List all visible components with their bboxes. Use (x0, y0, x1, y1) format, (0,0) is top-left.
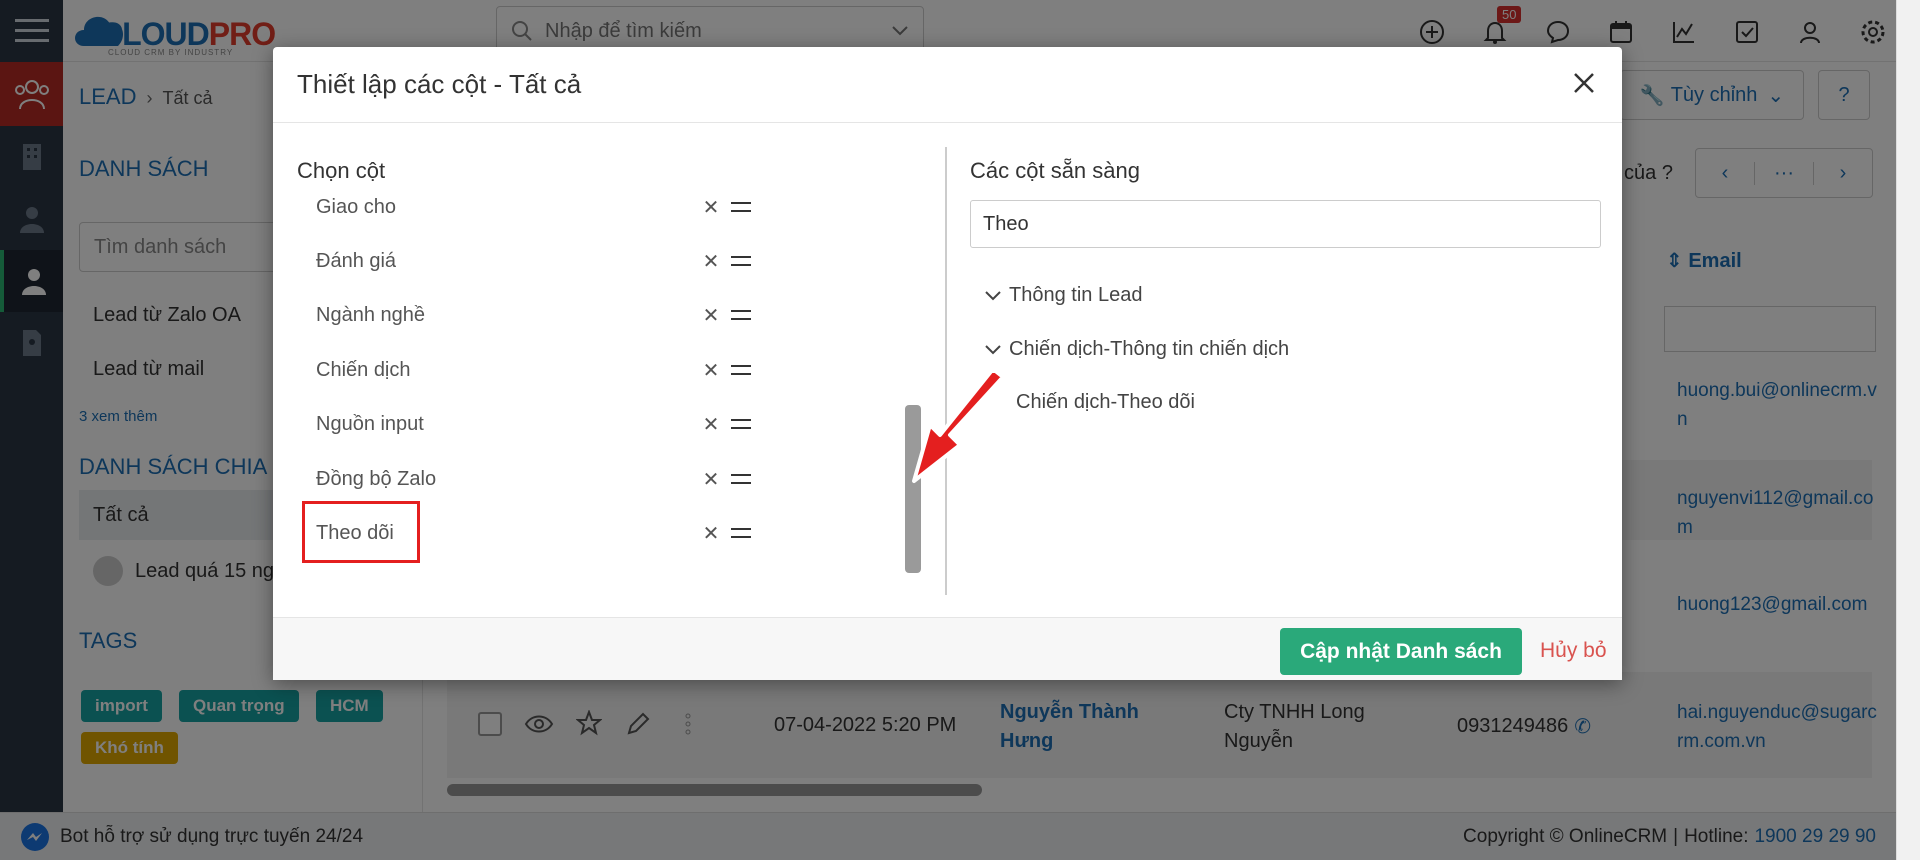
crm-app: CLOUDPRO CLOUD CRM BY INDUSTRY Nhập để t… (0, 0, 1920, 860)
selected-column-item[interactable]: Chiến dịch ✕ (316, 343, 756, 397)
group-lead-info[interactable]: Thông tin Lead (985, 284, 1142, 307)
update-list-button[interactable]: Cập nhật Danh sách (1280, 628, 1522, 675)
selected-column-item[interactable]: Ngành nghề ✕ (316, 288, 756, 342)
remove-icon[interactable]: ✕ (696, 249, 726, 274)
modal-title: Thiết lập các cột - Tất cả (297, 69, 582, 99)
drag-handle-icon[interactable] (726, 473, 756, 485)
available-columns-heading: Các cột sẵn sàng (970, 158, 1140, 183)
modal-header: Thiết lập các cột - Tất cả (273, 47, 1622, 123)
group-campaign-info[interactable]: Chiến dịch-Thông tin chiến dịch (985, 338, 1289, 361)
remove-icon[interactable]: ✕ (696, 303, 726, 328)
highlight-box (302, 501, 420, 563)
drag-handle-icon[interactable] (726, 527, 756, 539)
selected-column-item[interactable]: Giao cho ✕ (316, 180, 756, 234)
drag-handle-icon[interactable] (726, 418, 756, 430)
chevron-down-icon (985, 290, 1001, 301)
selected-column-item[interactable]: Đánh giá ✕ (316, 234, 756, 288)
drag-handle-icon[interactable] (726, 255, 756, 267)
chevron-down-icon (985, 344, 1001, 355)
drag-handle-icon[interactable] (726, 364, 756, 376)
close-icon[interactable] (1566, 65, 1602, 101)
selected-column-item[interactable]: Đồng bộ Zalo ✕ (316, 452, 756, 506)
remove-icon[interactable]: ✕ (696, 467, 726, 492)
page-scrollbar[interactable] (1896, 0, 1920, 860)
remove-icon[interactable]: ✕ (696, 358, 726, 383)
available-columns-search[interactable] (970, 200, 1601, 248)
column-divider (945, 147, 947, 595)
drag-handle-icon[interactable] (726, 309, 756, 321)
remove-icon[interactable]: ✕ (696, 412, 726, 437)
drag-handle-icon[interactable] (726, 201, 756, 213)
cancel-button[interactable]: Hủy bỏ (1540, 639, 1607, 663)
annotation-arrow (910, 373, 1010, 485)
remove-icon[interactable]: ✕ (696, 521, 726, 546)
column-settings-modal: Thiết lập các cột - Tất cả Chọn cột Giao… (273, 47, 1622, 680)
selected-column-item[interactable]: Nguồn input ✕ (316, 397, 756, 451)
remove-icon[interactable]: ✕ (696, 195, 726, 220)
available-column-item[interactable]: Chiến dịch-Theo dõi (1016, 391, 1195, 414)
